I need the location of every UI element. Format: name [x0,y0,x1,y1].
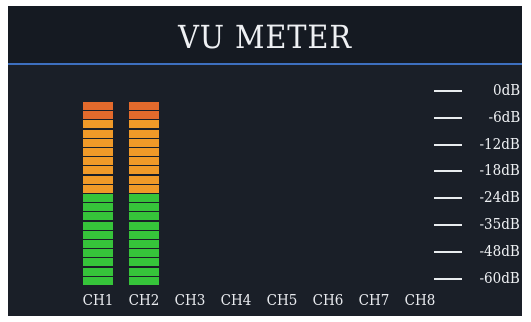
scale-label: -48dB [479,241,520,260]
level-segment [83,240,113,248]
scale-label: -35dB [479,215,520,233]
scale-tick [434,90,462,92]
level-segment [83,249,113,258]
scale-mark: -48dB [428,242,522,262]
scale-label: -24dB [479,188,520,207]
scale-tick [434,170,462,173]
level-segment [83,203,113,212]
level-segment [129,267,159,276]
channel-label-ch6: CH6 [312,291,344,309]
level-segment [129,166,159,175]
level-segment [83,230,113,239]
channel-label-ch4: CH4 [220,291,252,309]
level-segment [83,221,113,230]
scale-mark: -6dB [428,108,522,128]
level-segment [129,221,159,230]
level-segment [83,138,113,147]
level-segment [83,267,113,276]
scale-label: -6dB [488,107,520,126]
vu-meter-screen: VU METER CH1 CH2 CH3 CH4 CH5 CH6 CH7 CH8 0dB -6d… [8,6,522,316]
channel-label-ch8: CH8 [404,291,436,309]
scale-label: -18dB [479,161,520,180]
scale-label: 0dB [492,81,520,99]
level-segment [83,157,113,166]
scale-mark: 0dB [428,81,522,101]
channel-label-ch2: CH2 [128,291,160,309]
scale-tick [434,143,462,146]
level-segment [83,166,113,175]
level-segment [129,129,159,138]
scale-mark: -35dB [428,215,522,235]
level-segment [129,184,159,193]
level-segment [83,102,113,110]
scale-tick [434,250,462,253]
level-segment [83,184,113,193]
level-segment [83,276,113,285]
level-segment [129,258,159,267]
level-segment [83,175,113,184]
level-segment [83,111,113,120]
level-segment [83,212,113,221]
title-bar: VU METER [8,6,522,63]
level-segment [83,148,113,156]
level-segment [129,111,159,120]
scale-label: -12dB [479,134,520,153]
scale-tick [434,224,462,226]
channel-label-ch1: CH1 [82,291,114,309]
level-segment [83,129,113,138]
scale-tick [434,277,462,280]
channel-label-ch7: CH7 [358,291,390,309]
page-title: VU METER [178,18,352,56]
title-divider [8,63,522,65]
level-segment [129,148,159,156]
scale-mark: -18dB [428,161,522,181]
channel-label-ch3: CH3 [174,291,206,309]
level-segment [83,258,113,267]
scale-mark: -60dB [428,269,522,289]
level-segment [129,194,159,202]
scale-tick [434,116,462,119]
scale-label: -60dB [479,268,520,287]
scale-mark: -12dB [428,135,522,155]
level-segment [129,157,159,166]
scale-tick [434,197,462,200]
level-segment [129,175,159,184]
level-segment [129,249,159,258]
level-segment [129,212,159,221]
scale-mark: -24dB [428,188,522,208]
level-segment [129,230,159,239]
level-segment [83,120,113,129]
level-segment [83,194,113,202]
level-segment [129,102,159,110]
level-segment [129,203,159,212]
level-segment [129,120,159,129]
level-segment [129,276,159,285]
channel-label-ch5: CH5 [266,291,298,309]
level-segment [129,240,159,248]
level-segment [129,138,159,147]
